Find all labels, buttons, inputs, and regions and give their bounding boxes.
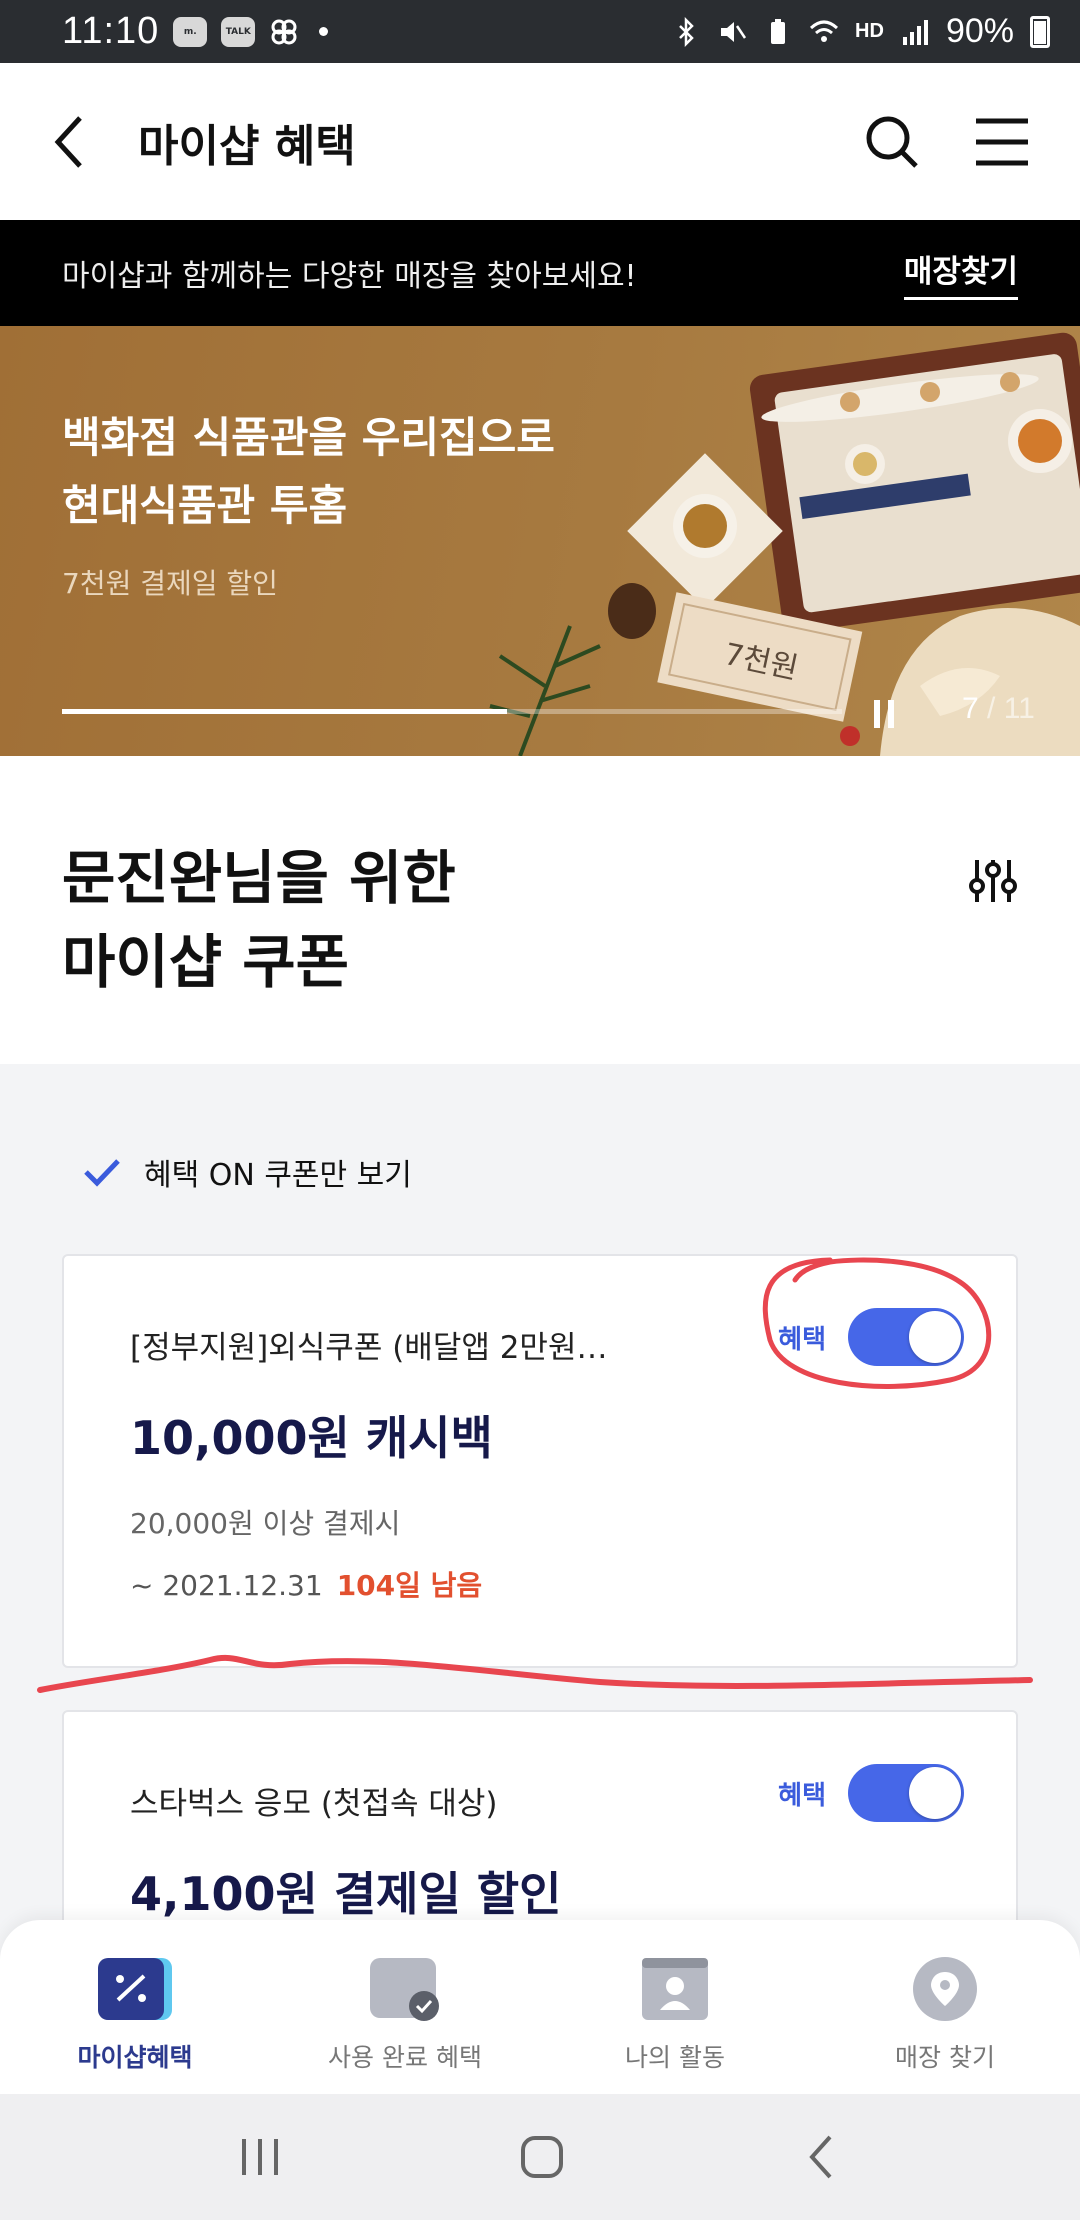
nav-label: 마이샵혜택 (77, 2043, 193, 2072)
battery-icon (1030, 15, 1050, 48)
kakaotalk-icon: TALK (221, 16, 256, 47)
pause-icon[interactable] (870, 696, 900, 730)
notification-dot-icon (319, 27, 329, 36)
banner-page-counter: 7 / 11 (962, 692, 1035, 726)
filter-sliders-icon[interactable] (968, 856, 1018, 906)
banner-progress-fill (62, 709, 507, 714)
bottom-navigation: 마이샵혜택 사용 완료 혜택 나의 활동 매장 찾기 (0, 1920, 1080, 2094)
back-arrow-icon[interactable] (50, 114, 90, 170)
page-title: 마이샵 혜택 (138, 120, 356, 172)
coupon-title: [정부지원]외식쿠폰 (배달앱 2만원… (130, 1330, 608, 1366)
notice-message: 마이샵과 함께하는 다양한 매장을 찾아보세요! (62, 259, 637, 294)
used-coupon-icon (370, 1958, 439, 2021)
search-icon[interactable] (864, 114, 920, 170)
network-hd-label: HD (855, 20, 884, 42)
coupon-card[interactable]: [정부지원]외식쿠폰 (배달앱 2만원… 혜택 10,000원 캐시백 20,0… (62, 1254, 1018, 1668)
coupon-percent-icon (98, 1958, 172, 2020)
toggle-knob (909, 1767, 961, 1819)
section-title-line-1: 문진완님을 위한 (62, 844, 456, 912)
promo-banner[interactable]: 7천원 백화점 식품관을 우리집으로 현대식품관 투홈 7천원 결제일 할인 7… (0, 326, 1080, 756)
coupon-condition: 20,000원 이상 결제시 (130, 1507, 401, 1540)
system-back-icon[interactable] (802, 2133, 842, 2181)
location-pin-icon (913, 1957, 977, 2021)
coupon-expiry-date: ~ 2021.12.31 (130, 1569, 323, 1602)
signal-icon (902, 19, 928, 45)
find-store-link[interactable]: 매장찾기 (903, 246, 1018, 300)
hamburger-menu-icon[interactable] (974, 117, 1030, 167)
filter-label: 혜택 ON 쿠폰만 보기 (144, 1158, 412, 1193)
system-navigation-bar (0, 2094, 1080, 2220)
app-header: 마이샵 혜택 (0, 63, 1080, 220)
benefit-toggle-switch[interactable] (848, 1764, 964, 1822)
benefit-toggle-group: 혜택 (778, 1308, 964, 1366)
nav-label: 나의 활동 (625, 2043, 725, 2072)
coupon-expiry-row: ~ 2021.12.31 104일 남음 (130, 1564, 482, 1604)
nav-used-benefits[interactable]: 사용 완료 혜택 (270, 1920, 540, 2094)
banner-total-pages: / 11 (987, 692, 1035, 725)
store-notice-bar: 마이샵과 함께하는 다양한 매장을 찾아보세요! 매장찾기 (0, 220, 1080, 326)
banner-title: 백화점 식품관을 우리집으로 현대식품관 투홈 (62, 404, 555, 540)
benefit-on-filter[interactable]: 혜택 ON 쿠폰만 보기 (82, 1150, 412, 1194)
section-title-line-2: 마이샵 쿠폰 (62, 928, 349, 996)
mute-icon (721, 21, 747, 42)
profile-card-icon (642, 1958, 708, 2020)
benefit-toggle-switch[interactable] (848, 1308, 964, 1366)
coupon-title: 스타벅스 응모 (첫접속 대상) (130, 1786, 498, 1822)
banner-progress-bar (62, 709, 842, 714)
nav-label: 사용 완료 혜택 (328, 2043, 482, 2072)
stock-icon: m. (173, 16, 208, 47)
battery-saver-icon (771, 18, 786, 44)
coupon-amount: 4,100원 결제일 할인 (130, 1867, 562, 1921)
home-icon[interactable] (518, 2133, 566, 2181)
battery-percent: 90% (945, 12, 1014, 50)
checkmark-icon (84, 1159, 120, 1187)
banner-title-line-2: 현대식품관 투홈 (62, 481, 348, 530)
nav-myshop-benefits[interactable]: 마이샵혜택 (0, 1920, 270, 2094)
banner-subtitle: 7천원 결제일 할인 (62, 567, 278, 600)
benefit-toggle-label: 혜택 (778, 1324, 826, 1355)
section-title: 문진완님을 위한 마이샵 쿠폰 (62, 836, 456, 1004)
banner-food-illustration: 7천원 (489, 332, 1080, 756)
toggle-knob (909, 1311, 961, 1363)
status-bar: 11:10 m. TALK HD 90% (0, 0, 1080, 63)
nav-my-activity[interactable]: 나의 활동 (540, 1920, 810, 2094)
status-time: 11:10 (62, 10, 160, 52)
wifi-icon (810, 20, 839, 42)
nav-find-store[interactable]: 매장 찾기 (810, 1920, 1080, 2094)
banner-title-line-1: 백화점 식품관을 우리집으로 (62, 413, 555, 462)
coupon-amount: 10,000원 캐시백 (130, 1411, 493, 1465)
benefit-toggle-group: 혜택 (778, 1764, 964, 1822)
benefit-toggle-label: 혜택 (778, 1780, 826, 1811)
coupon-section-header: 문진완님을 위한 마이샵 쿠폰 (0, 756, 1080, 1064)
bluetooth-icon (679, 16, 694, 47)
nav-label: 매장 찾기 (895, 2043, 995, 2072)
recent-apps-icon[interactable] (238, 2135, 282, 2179)
banner-current-page: 7 (962, 692, 979, 725)
coupon-days-left: 104일 남음 (336, 1569, 483, 1602)
pinwheel-icon (271, 19, 297, 44)
